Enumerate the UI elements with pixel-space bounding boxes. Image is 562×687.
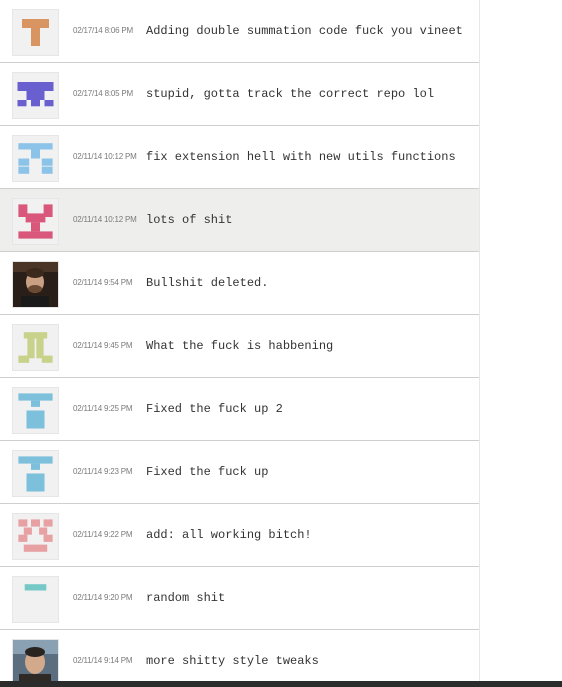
identicon-icon <box>13 514 58 559</box>
commit-timestamp: 02/11/14 10:12 PM <box>73 152 137 161</box>
identicon-icon <box>13 577 58 622</box>
avatar[interactable] <box>12 261 59 308</box>
commit-message[interactable]: lots of shit <box>146 213 232 227</box>
commit-row[interactable]: 02/17/14 8:06 PM Adding double summation… <box>0 0 479 63</box>
avatar[interactable] <box>12 513 59 560</box>
commit-timestamp: 02/11/14 9:45 PM <box>73 341 133 350</box>
identicon-icon <box>13 451 58 496</box>
identicon-icon <box>13 136 58 181</box>
commit-timestamp: 02/17/14 8:05 PM <box>73 89 133 98</box>
commit-timestamp: 02/11/14 9:23 PM <box>73 467 133 476</box>
identicon-icon <box>13 388 58 433</box>
commit-list: 02/17/14 8:06 PM Adding double summation… <box>0 0 480 687</box>
commit-message[interactable]: random shit <box>146 591 225 605</box>
commit-timestamp: 02/11/14 9:54 PM <box>73 278 133 287</box>
commit-timestamp: 02/11/14 9:20 PM <box>73 593 133 602</box>
commit-row[interactable]: 02/11/14 9:20 PM random shit <box>0 567 479 630</box>
commit-message[interactable]: stupid, gotta track the correct repo lol <box>146 87 434 101</box>
avatar[interactable] <box>12 72 59 119</box>
avatar[interactable] <box>12 387 59 434</box>
commit-row[interactable]: 02/17/14 8:05 PM stupid, gotta track the… <box>0 63 479 126</box>
identicon-icon <box>13 199 58 244</box>
commit-row[interactable]: 02/11/14 9:54 PM Bullshit deleted. <box>0 252 479 315</box>
commit-message[interactable]: Adding double summation code fuck you vi… <box>146 24 463 38</box>
identicon-icon <box>13 10 58 55</box>
commit-timestamp: 02/11/14 10:12 PM <box>73 215 137 224</box>
user-photo-icon <box>13 262 58 307</box>
avatar[interactable] <box>12 198 59 245</box>
avatar[interactable] <box>12 9 59 56</box>
commit-message[interactable]: Bullshit deleted. <box>146 276 268 290</box>
commit-row[interactable]: 02/11/14 10:12 PM lots of shit <box>0 189 479 252</box>
commit-message[interactable]: Fixed the fuck up <box>146 465 268 479</box>
avatar[interactable] <box>12 324 59 371</box>
commit-message[interactable]: more shitty style tweaks <box>146 654 319 668</box>
commit-row[interactable]: 02/11/14 9:25 PM Fixed the fuck up 2 <box>0 378 479 441</box>
avatar[interactable] <box>12 135 59 182</box>
avatar[interactable] <box>12 639 59 686</box>
avatar[interactable] <box>12 576 59 623</box>
commit-message[interactable]: Fixed the fuck up 2 <box>146 402 283 416</box>
commit-message[interactable]: What the fuck is habbening <box>146 339 333 353</box>
user-photo-icon <box>13 640 58 685</box>
commit-timestamp: 02/11/14 9:25 PM <box>73 404 133 413</box>
commit-message[interactable]: fix extension hell with new utils functi… <box>146 150 456 164</box>
identicon-icon <box>13 325 58 370</box>
commit-timestamp: 02/11/14 9:14 PM <box>73 656 133 665</box>
commit-row[interactable]: 02/11/14 10:12 PM fix extension hell wit… <box>0 126 479 189</box>
commit-timestamp: 02/11/14 9:22 PM <box>73 530 133 539</box>
identicon-icon <box>13 73 58 118</box>
commit-row[interactable]: 02/11/14 9:14 PM more shitty style tweak… <box>0 630 479 687</box>
avatar[interactable] <box>12 450 59 497</box>
bottom-bar <box>0 681 562 687</box>
commit-message[interactable]: add: all working bitch! <box>146 528 312 542</box>
commit-timestamp: 02/17/14 8:06 PM <box>73 26 133 35</box>
commit-row[interactable]: 02/11/14 9:22 PM add: all working bitch! <box>0 504 479 567</box>
commit-row[interactable]: 02/11/14 9:23 PM Fixed the fuck up <box>0 441 479 504</box>
commit-row[interactable]: 02/11/14 9:45 PM What the fuck is habben… <box>0 315 479 378</box>
